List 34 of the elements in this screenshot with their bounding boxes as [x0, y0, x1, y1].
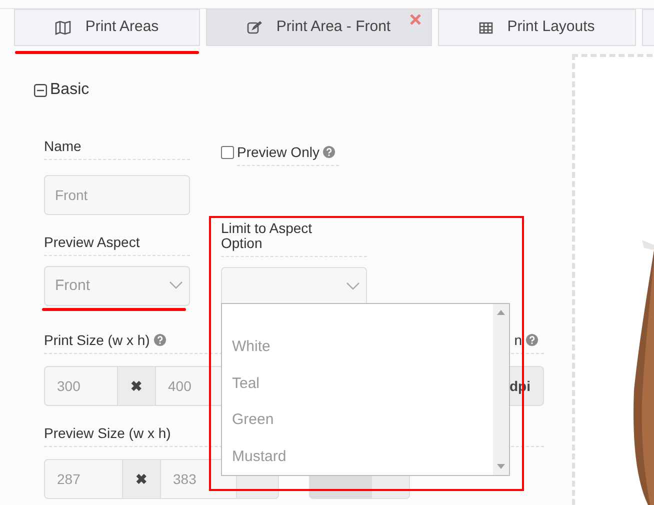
field-label: n	[514, 332, 522, 348]
tab[interactable]: Print Area - Front	[206, 9, 432, 46]
section-title: Basic	[50, 80, 90, 100]
field-label: Name	[44, 138, 82, 154]
checkbox[interactable]	[221, 146, 234, 159]
width-field[interactable]: 300	[44, 366, 118, 406]
field-label: Print Size (w x h)	[44, 332, 150, 348]
dropdown-option[interactable]: White	[232, 329, 493, 366]
close-icon[interactable]	[410, 14, 421, 25]
help-icon[interactable]	[526, 334, 538, 346]
help-icon[interactable]	[154, 334, 166, 346]
scroll-up-icon[interactable]	[497, 310, 505, 315]
chevron-down-icon	[169, 281, 183, 289]
tab[interactable]: Print Layouts	[438, 9, 636, 46]
scroll-down-icon[interactable]	[497, 464, 505, 469]
name-field[interactable]: Front	[44, 175, 190, 215]
chevron-down-icon	[346, 282, 360, 290]
times-addon: ✖	[123, 459, 160, 499]
checkbox-label: Preview Only	[237, 144, 320, 160]
field-label: Preview Aspect	[44, 234, 140, 250]
dropdown-option[interactable]: Teal	[232, 366, 493, 402]
field-label: Preview Size (w x h)	[44, 425, 171, 441]
dropdown-option[interactable]: Green	[232, 402, 493, 438]
edit-icon	[247, 20, 262, 34]
table-icon	[479, 22, 494, 34]
map-icon	[55, 20, 72, 34]
times-addon: ✖	[118, 366, 155, 406]
field-label: Limit to Aspect Option	[221, 221, 314, 251]
help-icon[interactable]	[323, 146, 336, 158]
limit-aspect-select[interactable]	[221, 267, 367, 305]
width-field[interactable]: 287	[44, 459, 123, 499]
preview-aspect-select[interactable]: Front	[44, 266, 190, 306]
scrollbar[interactable]	[493, 304, 509, 475]
collapse-icon[interactable]	[34, 84, 47, 96]
